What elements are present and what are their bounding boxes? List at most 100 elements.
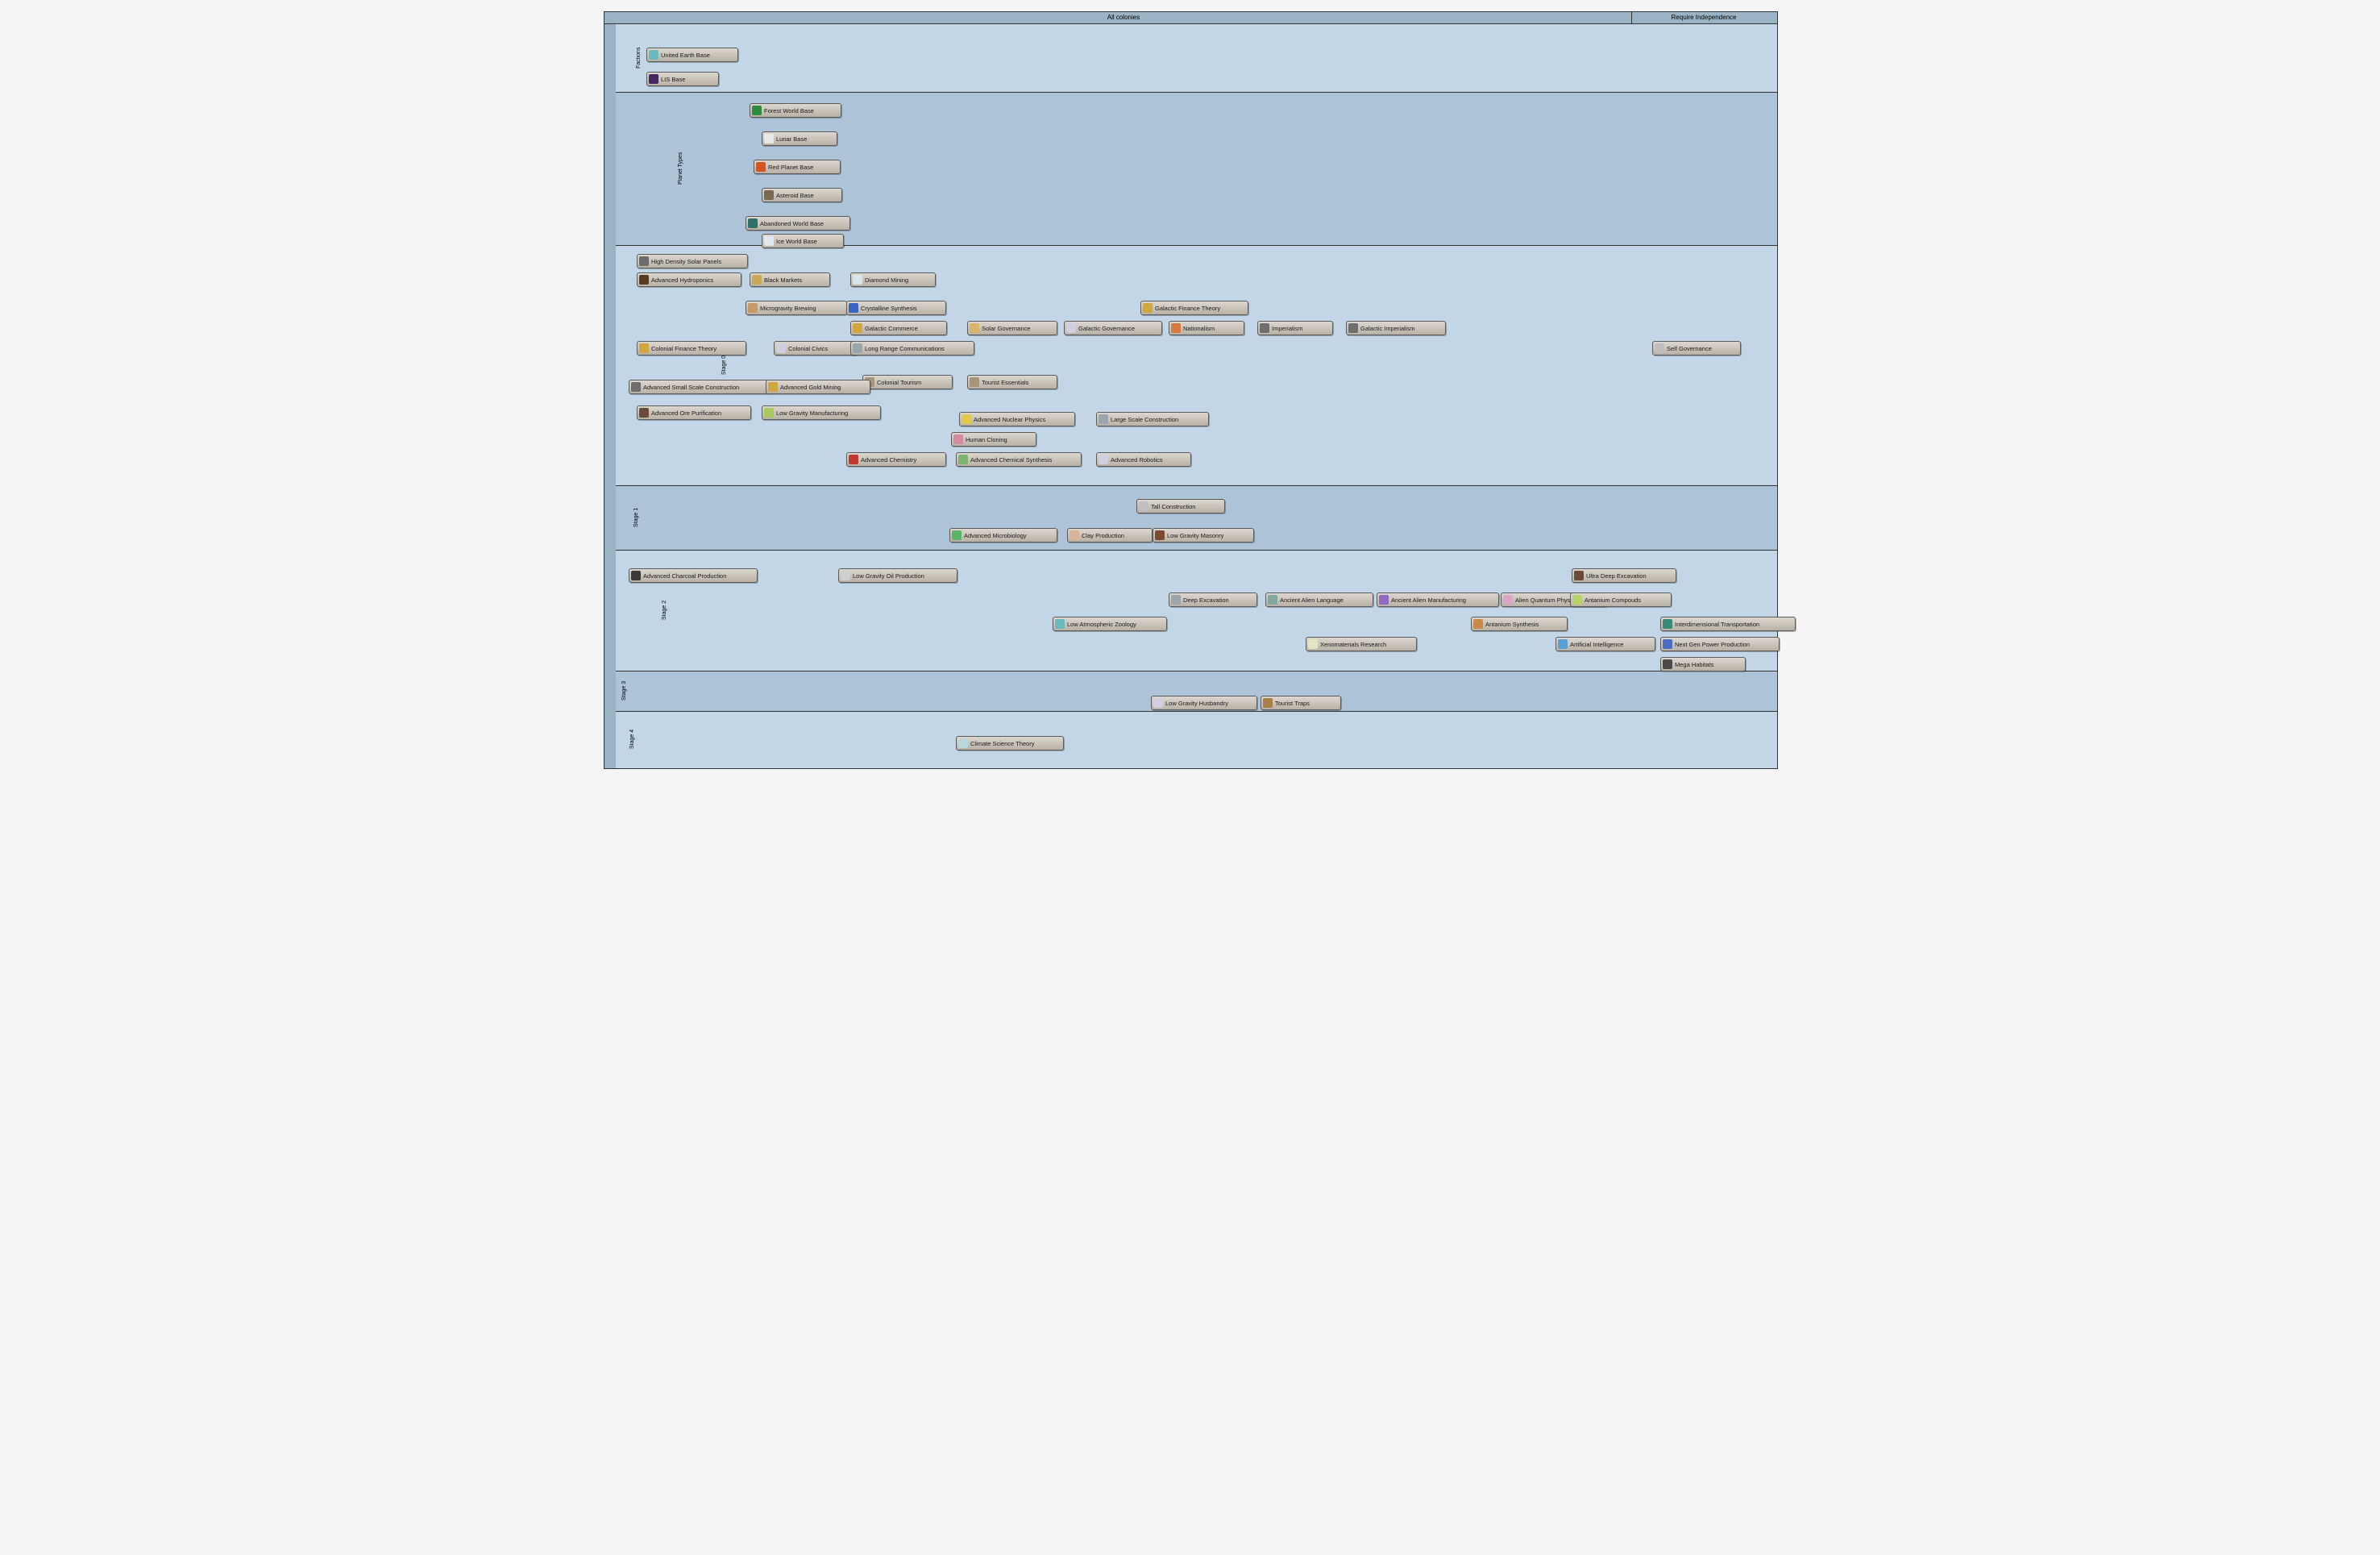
tech-node-lis[interactable]: LIS Base	[646, 72, 719, 86]
tech-label: Tourist Traps	[1275, 700, 1310, 707]
tech-node-ai[interactable]: Artificial Intelligence	[1556, 637, 1655, 651]
tech-label: Ancient Alien Manufacturing	[1391, 597, 1466, 604]
tech-label: Advanced Charcoal Production	[643, 572, 726, 580]
diagram-canvas: Human All coloniesRequire IndependenceFa…	[596, 0, 1784, 776]
tech-node-anp[interactable]: Advanced Nuclear Physics	[959, 412, 1075, 426]
tech-node-dmine[interactable]: Diamond Mining	[850, 272, 936, 287]
tech-label: Advanced Hydroponics	[651, 276, 713, 284]
tech-node-blm[interactable]: Black Markets	[750, 272, 830, 287]
tech-icon	[953, 434, 963, 444]
tech-label: Abandoned World Base	[760, 220, 824, 227]
tech-icon	[1655, 343, 1664, 353]
tech-label: Advanced Nuclear Physics	[974, 416, 1045, 423]
tech-node-cciv[interactable]: Colonial Civics	[774, 341, 858, 355]
tech-label: Crystalline Synthesis	[861, 305, 917, 312]
tech-node-mhab[interactable]: Mega Habitats	[1660, 657, 1746, 671]
tech-icon	[1268, 595, 1277, 605]
tech-node-lgm[interactable]: Low Gravity Manufacturing	[762, 405, 881, 420]
row-band-stage4	[616, 711, 1777, 768]
tech-icon	[1503, 595, 1513, 605]
tech-node-ttrap[interactable]: Tourist Traps	[1261, 696, 1341, 710]
tech-node-ahydro[interactable]: Advanced Hydroponics	[637, 272, 741, 287]
tech-node-lgoil[interactable]: Low Gravity Oil Production	[838, 568, 957, 583]
tech-icon	[748, 303, 758, 313]
tech-icon	[1143, 303, 1153, 313]
tech-label: Low Gravity Manufacturing	[776, 410, 848, 417]
tech-node-cst[interactable]: Climate Science Theory	[956, 736, 1064, 750]
tech-node-gimp[interactable]: Galactic Imperialism	[1346, 321, 1446, 335]
tech-node-tallc[interactable]: Tall Construction	[1136, 499, 1225, 513]
tech-label: Low Atmospheric Zoology	[1067, 621, 1136, 628]
row-header-stage1: Stage 1	[604, 485, 616, 550]
tech-node-hclone[interactable]: Human Cloning	[951, 432, 1036, 447]
tech-node-ctour[interactable]: Colonial Tourism	[862, 375, 953, 389]
tech-node-sgov[interactable]: Solar Governance	[967, 321, 1057, 335]
tech-node-mgrav[interactable]: Microgravity Brewing	[746, 301, 847, 315]
tech-node-dexc[interactable]: Deep Excavation	[1169, 592, 1257, 607]
tech-label: Ancient Alien Language	[1280, 597, 1344, 604]
tech-node-hdsp[interactable]: High Density Solar Panels	[637, 254, 748, 268]
tech-node-lunb[interactable]: Lunar Base	[762, 131, 837, 146]
tech-node-iwb[interactable]: Ice World Base	[762, 234, 844, 248]
tech-icon	[1171, 323, 1181, 333]
tech-label: Advanced Small Scale Construction	[643, 384, 739, 391]
tech-icon	[1153, 698, 1163, 708]
tech-node-arob[interactable]: Advanced Robotics	[1096, 452, 1191, 467]
tech-node-lghus[interactable]: Low Gravity Husbandry	[1151, 696, 1257, 710]
tech-node-intert[interactable]: Interdimensional Transportation	[1660, 617, 1796, 631]
tech-node-acharc[interactable]: Advanced Charcoal Production	[629, 568, 758, 583]
tech-node-fwb[interactable]: Forest World Base	[750, 103, 841, 118]
tech-node-lsc[interactable]: Large Scale Construction	[1096, 412, 1209, 426]
tech-node-ueb[interactable]: United Earth Base	[646, 48, 738, 62]
tech-node-awb[interactable]: Abandoned World Base	[746, 216, 850, 231]
tech-label: Diamond Mining	[865, 276, 908, 284]
tech-node-amicro[interactable]: Advanced Microbiology	[949, 528, 1057, 543]
tech-icon	[649, 50, 658, 60]
tech-node-xenor[interactable]: Xenomaterials Research	[1306, 637, 1417, 651]
tech-label: Microgravity Brewing	[760, 305, 816, 312]
tech-node-rpb[interactable]: Red Planet Base	[754, 160, 841, 174]
tech-node-agold[interactable]: Advanced Gold Mining	[766, 380, 870, 394]
tech-icon	[970, 323, 979, 333]
tech-icon	[764, 190, 774, 200]
tech-icon	[958, 738, 968, 748]
tech-icon	[1308, 639, 1318, 649]
tech-node-achem[interactable]: Advanced Chemistry	[846, 452, 946, 467]
tech-node-lgmas[interactable]: Low Gravity Masonry	[1153, 528, 1254, 543]
tech-node-gcom[interactable]: Galactic Commerce	[850, 321, 947, 335]
column-header-all: All colonies	[616, 12, 1631, 23]
tech-node-crys[interactable]: Crystalline Synthesis	[846, 301, 946, 315]
tech-icon	[756, 162, 766, 172]
tech-icon	[639, 343, 649, 353]
tech-node-ggov[interactable]: Galactic Governance	[1064, 321, 1162, 335]
tech-icon	[849, 455, 858, 464]
tech-label: Clay Production	[1082, 532, 1124, 539]
tech-node-aalang[interactable]: Ancient Alien Language	[1265, 592, 1373, 607]
tech-icon	[1574, 571, 1584, 580]
tech-node-lrc[interactable]: Long Range Communications	[850, 341, 974, 355]
tech-icon	[1572, 595, 1582, 605]
tech-node-aaman[interactable]: Ancient Alien Manufacturing	[1377, 592, 1499, 607]
tech-node-imp[interactable]: Imperialism	[1257, 321, 1333, 335]
tech-label: Ultra Deep Excavation	[1586, 572, 1647, 580]
tech-node-assc[interactable]: Advanced Small Scale Construction	[629, 380, 769, 394]
tech-node-ude[interactable]: Ultra Deep Excavation	[1572, 568, 1676, 583]
tech-label: Advanced Gold Mining	[780, 384, 841, 391]
row-header-stage3: Stage 3	[604, 671, 616, 711]
tech-label: Deep Excavation	[1183, 597, 1229, 604]
tech-node-acsyn[interactable]: Advanced Chemical Synthesis	[956, 452, 1082, 467]
tech-node-sgov2[interactable]: Self Governance	[1652, 341, 1741, 355]
tech-node-astb[interactable]: Asteroid Base	[762, 188, 842, 202]
tech-node-antc[interactable]: Antanium Compouds	[1570, 592, 1672, 607]
tech-node-gft[interactable]: Galactic Finance Theory	[1140, 301, 1248, 315]
tech-node-ants[interactable]: Antanium Synthesis	[1471, 617, 1568, 631]
tech-label: Galactic Imperialism	[1360, 325, 1415, 332]
tech-node-ngpp[interactable]: Next Gen Power Production	[1660, 637, 1780, 651]
tech-icon	[631, 571, 641, 580]
tech-node-cft[interactable]: Colonial Finance Theory	[637, 341, 746, 355]
tech-node-nat[interactable]: Nationalism	[1169, 321, 1244, 335]
tech-node-aop[interactable]: Advanced Ore Purification	[637, 405, 751, 420]
tech-node-clayp[interactable]: Clay Production	[1067, 528, 1153, 543]
tech-node-tess[interactable]: Tourist Essentials	[967, 375, 1057, 389]
tech-node-laz[interactable]: Low Atmospheric Zoology	[1053, 617, 1167, 631]
